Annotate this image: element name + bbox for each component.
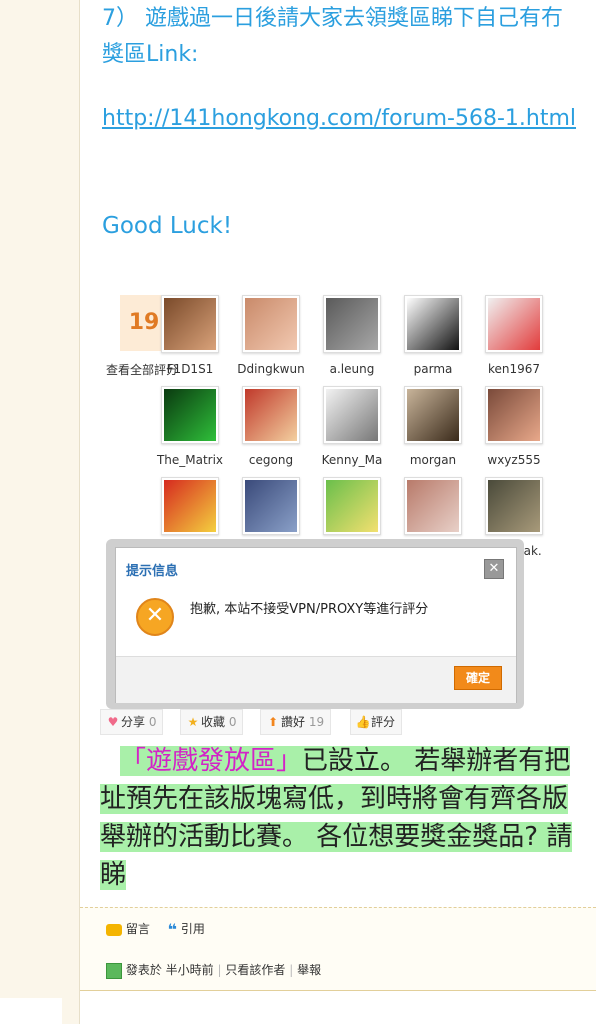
rater-item[interactable]: wxyz555 [472,386,556,467]
only-author-link[interactable]: 只看該作者 [225,963,285,977]
highlight-text-1: 已設立。 若舉辦者有把 [302,746,571,776]
post-content: 7） 遊戲過一日後請大家去領獎區睇下自己有冇 獎區Link: http://14… [80,0,596,1024]
avatar[interactable] [161,477,219,535]
avatar[interactable] [404,477,462,535]
rater-name[interactable]: parma [391,362,475,376]
favorite-label: 收藏 [201,715,226,729]
rater-name[interactable]: The_Matrix [148,453,232,467]
avatar[interactable] [323,477,381,535]
dialog-footer: 確定 [116,656,516,703]
avatar[interactable] [323,295,381,353]
divider: | [217,963,222,977]
avatar[interactable] [242,295,300,353]
left-sidebar [0,0,80,1024]
highlight-line-4: 睇 [100,860,127,890]
quote-icon: ❝ [167,920,178,939]
rater-name[interactable]: cegong [229,453,313,467]
close-icon[interactable]: ✕ [484,559,504,579]
like-button[interactable]: ⬆ 讚好 19 [260,709,332,735]
share-button[interactable]: ♥ 分享 0 [100,709,164,735]
rater-name[interactable]: Ddingkwun [229,362,313,376]
post-line-rule7: 7） 遊戲過一日後請大家去領獎區睇下自己有冇 [102,6,563,31]
forum-link[interactable]: http://141hongkong.com/forum-568-1.html [102,106,576,131]
rate-label: 評分 [371,715,396,729]
star-icon: ★ [187,715,199,729]
thumbs-up-icon: 👍 [355,715,371,729]
like-count: 19 [308,715,325,729]
rater-name[interactable]: ken1967 [472,362,556,376]
avatar[interactable] [242,386,300,444]
comment-icon [106,923,122,936]
rate-button[interactable]: 👍評分 [350,709,403,735]
report-link[interactable]: 舉報 [297,963,321,977]
avatar[interactable] [485,477,543,535]
alert-dialog: 提示信息 ✕ ✕ 抱歉, 本站不接受VPN/PROXY等進行評分 確定 [115,547,517,703]
confirm-button[interactable]: 確定 [454,666,502,690]
dialog-title: 提示信息 [126,564,179,579]
rater-item[interactable]: cegong [229,386,313,467]
share-count: 0 [148,715,157,729]
highlight-line-3: 舉辦的活動比賽。 各位想要獎金獎品? 請 [100,822,573,852]
rater-item[interactable]: F1D1S1 [148,295,232,376]
avatar[interactable] [485,386,543,444]
highlighted-paragraph: 「遊戲發放區」已設立。 若舉辦者有把 址預先在該版塊寫低，到時將會有齊各版 舉辦… [100,742,596,894]
rater-item[interactable]: parma [391,295,475,376]
post-meta-bar: 發表於 半小時前 | 只看該作者 | 舉報 [80,948,596,991]
rater-name[interactable]: wxyz555 [472,453,556,467]
error-icon: ✕ [136,598,174,636]
heart-icon: ♥ [107,715,119,729]
rater-name[interactable]: F1D1S1 [148,362,232,376]
rater-item[interactable]: Ddingkwun [229,295,313,376]
avatar[interactable] [404,386,462,444]
sidebar-tab[interactable] [0,998,62,1024]
avatar[interactable] [242,477,300,535]
game-zone-name: 「遊戲發放區」 [120,746,303,776]
user-icon [106,962,122,979]
rater-item[interactable]: ken1967 [472,295,556,376]
reply-bar: 留言 ❝ 引用 [80,907,596,949]
avatar[interactable] [323,386,381,444]
post-line-link-label: 獎區Link: [102,42,199,67]
rater-item[interactable]: The_Matrix [148,386,232,467]
rater-item[interactable]: a.leung [310,295,394,376]
posted-time: 發表於 半小時前 [125,963,214,977]
favorite-count: 0 [228,715,237,729]
quote-link[interactable]: 引用 [181,922,205,936]
share-label: 分享 [121,715,146,729]
avatar[interactable] [485,295,543,353]
reply-link[interactable]: 留言 [126,922,150,936]
like-label: 讚好 [281,715,306,729]
favorite-button[interactable]: ★ 收藏 0 [180,709,244,735]
rater-name[interactable]: morgan [391,453,475,467]
rater-item[interactable]: morgan [391,386,475,467]
good-luck-text: Good Luck! [102,213,233,239]
highlight-line-2: 址預先在該版塊寫低，到時將會有齊各版 [100,784,569,814]
arrow-up-icon: ⬆ [267,715,279,729]
rater-name[interactable]: Kenny_Ma [310,453,394,467]
avatar[interactable] [161,386,219,444]
avatar[interactable] [161,295,219,353]
divider: | [289,963,294,977]
rater-item[interactable]: Kenny_Ma [310,386,394,467]
rater-name[interactable]: a.leung [310,362,394,376]
avatar[interactable] [404,295,462,353]
highlight-line-1: 「遊戲發放區」已設立。 若舉辦者有把 [120,746,571,776]
dialog-message: 抱歉, 本站不接受VPN/PROXY等進行評分 [190,602,429,617]
